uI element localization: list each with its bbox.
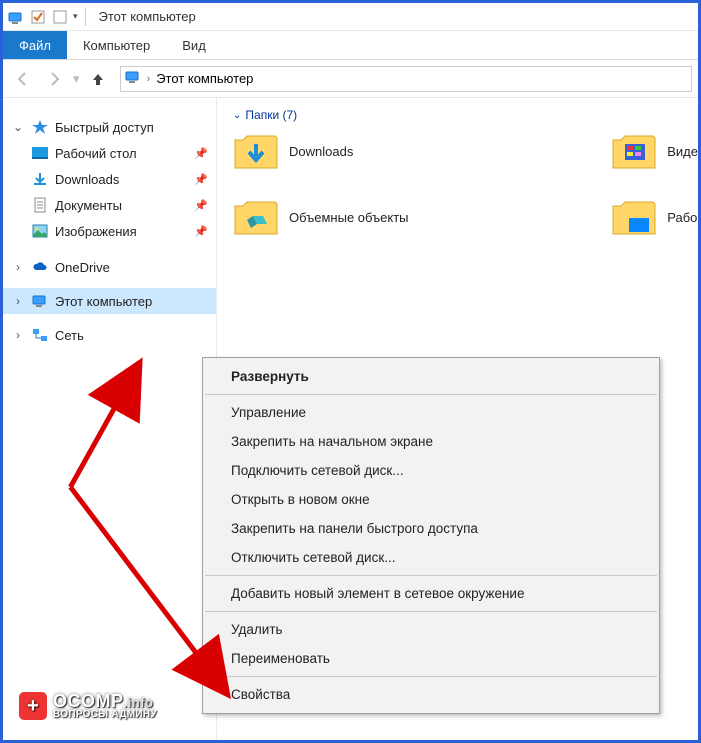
nav-up-button[interactable] bbox=[84, 65, 112, 93]
context-menu-separator bbox=[205, 575, 657, 576]
context-menu-item[interactable]: Отключить сетевой диск... bbox=[203, 543, 659, 572]
watermark: + OCOMP.info ВОПРОСЫ АДМИНУ bbox=[19, 692, 157, 720]
breadcrumb[interactable]: › Этот компьютер bbox=[120, 66, 692, 92]
context-menu-item[interactable]: Закрепить на панели быстрого доступа bbox=[203, 514, 659, 543]
sidebar-item-pictures[interactable]: Изображения 📌 bbox=[3, 218, 216, 244]
folder-desktop[interactable]: Рабо bbox=[611, 196, 698, 238]
tab-file[interactable]: Файл bbox=[3, 31, 67, 59]
sidebar-item-onedrive[interactable]: › OneDrive bbox=[3, 254, 216, 280]
tab-computer[interactable]: Компьютер bbox=[67, 31, 166, 59]
nav-history-dropdown[interactable]: ▾ bbox=[73, 71, 80, 87]
pin-icon: 📌 bbox=[194, 173, 208, 186]
titlebar: ▾ Этот компьютер bbox=[3, 3, 698, 31]
chevron-right-icon[interactable]: › bbox=[11, 260, 25, 274]
star-icon bbox=[31, 118, 49, 136]
chevron-right-icon[interactable]: › bbox=[11, 328, 25, 342]
breadcrumb-item[interactable]: Этот компьютер bbox=[156, 71, 253, 86]
sidebar-item-downloads[interactable]: Downloads 📌 bbox=[3, 166, 216, 192]
cloud-icon bbox=[31, 258, 49, 276]
qat-blank-icon[interactable] bbox=[51, 8, 69, 26]
context-menu-item[interactable]: Закрепить на начальном экране bbox=[203, 427, 659, 456]
sidebar-item-this-pc[interactable]: › Этот компьютер bbox=[3, 288, 216, 314]
watermark-badge-icon: + bbox=[19, 692, 47, 720]
pc-icon bbox=[31, 292, 49, 310]
folder-3d-icon bbox=[233, 196, 279, 238]
titlebar-separator bbox=[85, 8, 86, 26]
sidebar-item-desktop[interactable]: Рабочий стол 📌 bbox=[3, 140, 216, 166]
folder-3d-objects[interactable]: Объемные объекты bbox=[233, 196, 409, 238]
watermark-subtitle: ВОПРОСЫ АДМИНУ bbox=[53, 710, 157, 720]
pin-icon: 📌 bbox=[194, 225, 208, 238]
pin-icon: 📌 bbox=[194, 147, 208, 160]
context-menu: Развернуть УправлениеЗакрепить на начальн… bbox=[202, 357, 660, 714]
watermark-brand: OCOMP bbox=[53, 691, 124, 711]
context-menu-item[interactable]: Открыть в новом окне bbox=[203, 485, 659, 514]
folder-desktop-icon bbox=[611, 196, 657, 238]
tab-view[interactable]: Вид bbox=[166, 31, 222, 59]
document-icon bbox=[31, 196, 49, 214]
qat-checkbox-icon[interactable] bbox=[29, 8, 47, 26]
chevron-right-icon[interactable]: › bbox=[11, 294, 25, 308]
pin-icon: 📌 bbox=[194, 199, 208, 212]
context-menu-item[interactable]: Управление bbox=[203, 398, 659, 427]
context-menu-item[interactable]: Подключить сетевой диск... bbox=[203, 456, 659, 485]
folder-downloads[interactable]: Downloads bbox=[233, 130, 409, 172]
folder-videos-icon bbox=[611, 130, 657, 172]
chevron-down-icon[interactable]: ⌄ bbox=[11, 120, 25, 134]
sidebar: ⌄ Быстрый доступ Рабочий стол 📌 Download… bbox=[3, 98, 217, 740]
context-menu-separator bbox=[205, 676, 657, 677]
context-menu-item[interactable]: Свойства bbox=[203, 680, 659, 709]
nav-back-button[interactable] bbox=[9, 65, 37, 93]
nav-row: ▾ › Этот компьютер bbox=[3, 60, 698, 98]
desktop-icon bbox=[31, 144, 49, 162]
watermark-suffix: .info bbox=[124, 695, 154, 710]
sidebar-item-network[interactable]: › Сеть bbox=[3, 322, 216, 348]
sidebar-item-quick-access[interactable]: ⌄ Быстрый доступ bbox=[3, 114, 216, 140]
folder-downloads-icon bbox=[233, 130, 279, 172]
breadcrumb-pc-icon bbox=[125, 69, 141, 88]
window-title: Этот компьютер bbox=[99, 9, 196, 24]
network-icon bbox=[31, 326, 49, 344]
context-menu-separator bbox=[205, 394, 657, 395]
nav-forward-button[interactable] bbox=[41, 65, 69, 93]
folder-videos[interactable]: Виде bbox=[611, 130, 698, 172]
context-menu-item[interactable]: Развернуть bbox=[203, 362, 659, 391]
pictures-icon bbox=[31, 222, 49, 240]
app-icon bbox=[7, 8, 25, 26]
context-menu-item[interactable]: Добавить новый элемент в сетевое окружен… bbox=[203, 579, 659, 608]
chevron-right-icon: › bbox=[147, 73, 151, 85]
context-menu-separator bbox=[205, 611, 657, 612]
ribbon: Файл Компьютер Вид bbox=[3, 31, 698, 60]
sidebar-item-documents[interactable]: Документы 📌 bbox=[3, 192, 216, 218]
context-menu-item[interactable]: Удалить bbox=[203, 615, 659, 644]
downloads-icon bbox=[31, 170, 49, 188]
section-header-folders[interactable]: ⌄ Папки (7) bbox=[233, 108, 698, 122]
chevron-down-icon: ⌄ bbox=[233, 110, 241, 121]
folders-grid: Downloads Объемные объекты Виде bbox=[233, 130, 698, 238]
qat-dropdown-icon[interactable]: ▾ bbox=[73, 11, 78, 22]
context-menu-item[interactable]: Переименовать bbox=[203, 644, 659, 673]
